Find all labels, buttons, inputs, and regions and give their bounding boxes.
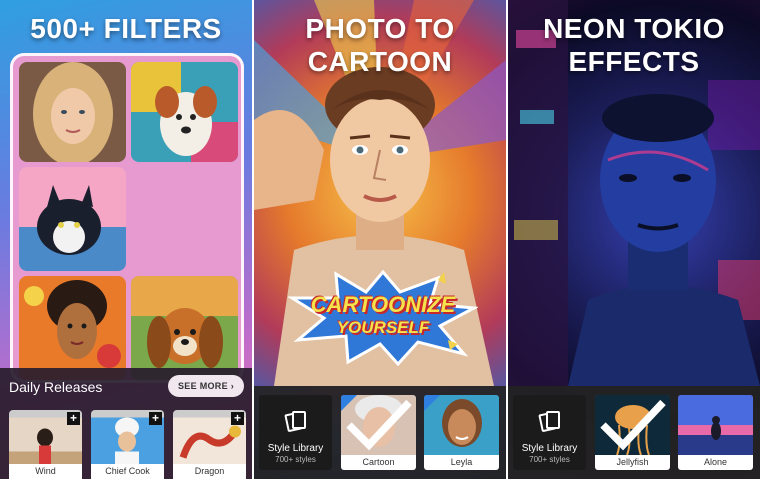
sticker-line2: YOURSELF (336, 318, 430, 337)
style-library-button[interactable]: Style Library 700+ styles (259, 395, 332, 470)
daily-releases-title: Daily Releases (9, 379, 103, 395)
release-label-dragon: Dragon (173, 464, 246, 479)
daily-releases-section: Daily Releases SEE MORE › + Wind + Chief… (0, 368, 252, 479)
style-library-subtitle: 700+ styles (529, 455, 570, 464)
filter-tile-spaniel[interactable] (131, 276, 238, 380)
cartoon-headline: PHOTO TO CARTOON (254, 12, 506, 78)
filters-headline: 500+ FILTERS (30, 13, 222, 44)
collie-image (19, 167, 126, 271)
cartoonize-sticker: CARTOONIZE YOURSELF (288, 270, 478, 366)
photo-stack-icon (284, 411, 306, 432)
filters-panel: 500+ FILTERS Daily Releases SEE MORE › +… (0, 0, 252, 479)
style-badge (424, 395, 440, 411)
filter-tile-portrait-woman[interactable] (19, 62, 126, 162)
neon-style-bar: Style Library 700+ styles Jellyfish Alon… (508, 386, 760, 479)
style-card-leyla[interactable]: Leyla (424, 395, 499, 470)
style-card-cartoon[interactable]: Cartoon (341, 395, 416, 470)
style-label-leyla: Leyla (424, 455, 499, 470)
cartoon-headline-line2: CARTOON (307, 46, 453, 77)
neon-headline: NEON TOKIO EFFECTS (508, 12, 760, 78)
style-library-button[interactable]: Style Library 700+ styles (513, 395, 586, 470)
cartoon-panel: PHOTO TO CARTOON CARTOONIZE YOURSELF Sty… (254, 0, 506, 479)
spaniel-image (131, 276, 238, 380)
release-item-chief-cook[interactable]: + Chief Cook (91, 410, 164, 479)
neon-headline-line2: EFFECTS (568, 46, 700, 77)
photo-stack-icon (538, 411, 560, 432)
sticker-line1: CARTOONIZE (310, 292, 456, 317)
release-label-wind: Wind (9, 464, 82, 479)
style-library-title: Style Library (267, 443, 324, 454)
add-dragon-icon[interactable]: + (231, 412, 244, 425)
release-item-dragon[interactable]: + Dragon (173, 410, 246, 479)
release-item-wind[interactable]: + Wind (9, 410, 82, 479)
style-library-title: Style Library (521, 443, 578, 454)
style-card-jellyfish[interactable]: Jellyfish (595, 395, 670, 470)
neon-headline-line1: NEON TOKIO (543, 13, 725, 44)
add-chief-cook-icon[interactable]: + (149, 412, 162, 425)
alone-style-thumbnail (678, 395, 753, 455)
style-label-cartoon: Cartoon (341, 455, 416, 470)
filter-tile-woman-flowers[interactable] (19, 276, 126, 380)
woman-flowers-image (19, 276, 126, 380)
filter-tile-collie[interactable] (19, 167, 126, 271)
checkmark-icon (345, 399, 412, 451)
release-label-chief-cook: Chief Cook (91, 464, 164, 479)
style-library-subtitle: 700+ styles (275, 455, 316, 464)
cartoon-style-bar: Style Library 700+ styles Cartoon Leyla (254, 386, 506, 479)
style-card-alone[interactable]: Alone (678, 395, 753, 470)
filter-tile-dog-art[interactable] (131, 62, 238, 162)
see-more-button[interactable]: SEE MORE › (168, 375, 244, 397)
checkmark-icon (599, 399, 666, 451)
portrait-woman-image (19, 62, 126, 162)
add-wind-icon[interactable]: + (67, 412, 80, 425)
neon-panel: NEON TOKIO EFFECTS Style Library 700+ st… (508, 0, 760, 479)
style-label-alone: Alone (678, 455, 753, 470)
filter-preview-grid (10, 53, 244, 383)
style-label-jellyfish: Jellyfish (595, 455, 670, 470)
dog-painting-image (131, 62, 238, 162)
cartoon-headline-line1: PHOTO TO (305, 13, 455, 44)
